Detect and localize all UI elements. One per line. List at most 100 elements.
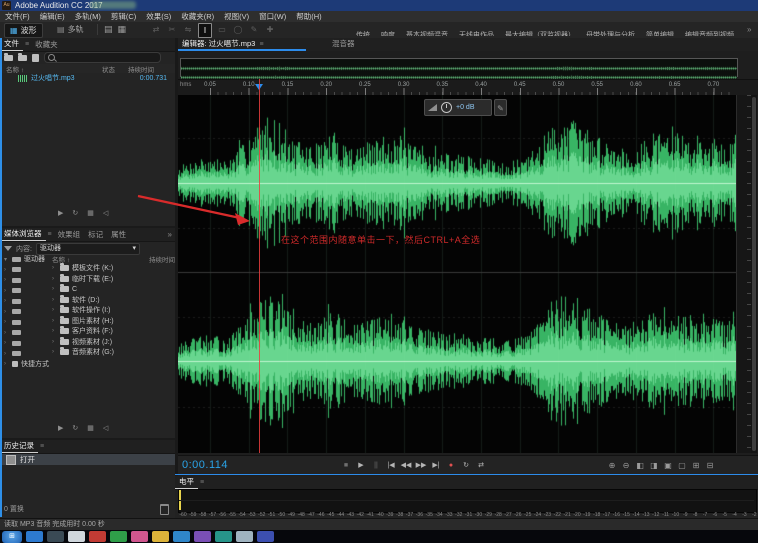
- zoom-navigator[interactable]: [180, 58, 738, 77]
- taskbar-app-icon[interactable]: [68, 531, 85, 542]
- loop-playback-icon[interactable]: ↻: [72, 209, 78, 217]
- tab-effects-rack[interactable]: 效果组: [54, 229, 85, 241]
- column-name[interactable]: 名称 ↑: [52, 254, 70, 263]
- workspace-tab[interactable]: 无线电作品: [459, 30, 494, 36]
- tab-favorites[interactable]: 收藏夹: [31, 39, 62, 51]
- chevron-collapsed-icon[interactable]: ›: [52, 349, 57, 355]
- chevron-collapsed-icon[interactable]: ›: [4, 361, 9, 367]
- workspace-tab[interactable]: 传统: [356, 30, 370, 36]
- marquee-selection-tool-icon[interactable]: ▭: [216, 23, 228, 36]
- menu-item[interactable]: 窗口(W): [254, 11, 291, 22]
- taskbar-app-icon[interactable]: [236, 531, 253, 542]
- chevron-collapsed-icon[interactable]: ›: [52, 307, 57, 313]
- tree-drive-row[interactable]: ›: [4, 265, 50, 276]
- skip-to-end-button[interactable]: ▶|: [430, 459, 442, 472]
- new-file-icon[interactable]: [32, 54, 39, 62]
- tree-drive-row[interactable]: ›: [4, 328, 50, 339]
- chevron-expanded-icon[interactable]: ▾: [4, 256, 9, 263]
- zoom-in-button[interactable]: ⊞: [690, 459, 702, 472]
- content-dropdown[interactable]: 驱动器 ▾: [36, 243, 140, 255]
- panel-menu-icon[interactable]: ≡: [198, 477, 206, 489]
- drop-zone-icon[interactable]: ▦: [87, 209, 94, 217]
- chevron-collapsed-icon[interactable]: ›: [4, 277, 9, 283]
- start-button[interactable]: ⊞: [2, 531, 22, 543]
- preview-volume-icon[interactable]: ◁: [103, 209, 108, 217]
- taskbar-app-icon[interactable]: [257, 531, 274, 542]
- chevron-collapsed-icon[interactable]: ›: [52, 297, 57, 303]
- chevron-collapsed-icon[interactable]: ›: [52, 339, 57, 345]
- taskbar-app-icon[interactable]: [26, 531, 43, 542]
- menu-item[interactable]: 剪辑(C): [106, 11, 141, 22]
- chevron-collapsed-icon[interactable]: ›: [52, 286, 57, 292]
- column-duration[interactable]: 持续时间: [149, 254, 175, 263]
- tree-drive-row[interactable]: ›: [4, 296, 50, 307]
- zoom-to-selection-button[interactable]: ▣: [662, 459, 674, 472]
- media-item-row[interactable]: › 软件操作 (I:): [52, 305, 175, 316]
- menu-item[interactable]: 视图(V): [219, 11, 254, 22]
- media-item-row[interactable]: › 客户资料 (F:): [52, 326, 175, 337]
- chevron-collapsed-icon[interactable]: ›: [4, 309, 9, 315]
- title-bar[interactable]: Au Adobe Audition CC 2017: [0, 0, 758, 11]
- chevron-collapsed-icon[interactable]: ›: [4, 351, 9, 357]
- zoom-to-out-point-button[interactable]: ◨: [648, 459, 660, 472]
- playhead-line[interactable]: [259, 79, 260, 453]
- razor-tool-icon[interactable]: ✂: [166, 23, 178, 36]
- tree-root-row[interactable]: ▾ 驱动器: [4, 254, 50, 265]
- workspace-tab[interactable]: 基本视频混音: [406, 30, 448, 36]
- auto-play-icon[interactable]: ▶: [58, 424, 63, 432]
- skip-to-start-button[interactable]: |◀: [385, 459, 397, 472]
- tab-markers[interactable]: 标记: [84, 229, 107, 241]
- pencil-icon[interactable]: ✎: [494, 99, 507, 116]
- media-item-row[interactable]: › 视频素材 (J:): [52, 337, 175, 348]
- workspace-tab[interactable]: 响度: [381, 30, 395, 36]
- menu-item[interactable]: 文件(F): [0, 11, 35, 22]
- trash-icon[interactable]: [160, 504, 169, 515]
- zoom-reset-button[interactable]: ▢: [676, 459, 688, 472]
- chevron-collapsed-icon[interactable]: ›: [52, 265, 57, 271]
- loop-button[interactable]: ↻: [460, 459, 472, 472]
- chevron-collapsed-icon[interactable]: ›: [4, 267, 9, 273]
- time-display[interactable]: 0:00.114: [182, 459, 228, 471]
- drop-zone-icon[interactable]: ▦: [87, 424, 94, 432]
- fast-forward-button[interactable]: ▶▶: [415, 459, 427, 472]
- tree-shortcut-row[interactable]: › 快捷方式: [4, 359, 50, 370]
- waveform-editor-canvas[interactable]: [178, 95, 736, 453]
- media-item-row[interactable]: › 图片素材 (H:): [52, 316, 175, 327]
- panel-menu-icon[interactable]: ≡: [38, 441, 46, 453]
- timeline-ruler[interactable]: hms 0.050.100.150.200.250.300.350.400.45…: [178, 79, 758, 96]
- taskbar-app-icon[interactable]: [47, 531, 64, 542]
- media-item-row[interactable]: › 模板文件 (K:): [52, 263, 175, 274]
- tab-levels[interactable]: 电平: [175, 476, 198, 489]
- workspace-overflow-icon[interactable]: »: [747, 24, 751, 36]
- gain-knob-icon[interactable]: [441, 102, 452, 113]
- media-item-row[interactable]: › 音频素材 (G:): [52, 347, 175, 358]
- tab-properties[interactable]: 属性: [107, 229, 130, 241]
- pause-button[interactable]: ||: [370, 459, 382, 472]
- workspace-tab[interactable]: 最大编辑（双监视器）: [505, 30, 575, 36]
- chevron-collapsed-icon[interactable]: ›: [4, 298, 9, 304]
- tab-media-browser[interactable]: 媒体浏览器: [0, 228, 46, 241]
- menu-item[interactable]: 效果(S): [141, 11, 176, 22]
- taskbar-app-icon[interactable]: [194, 531, 211, 542]
- panel-overflow-icon[interactable]: »: [165, 229, 175, 241]
- tab-files[interactable]: 文件: [0, 38, 23, 51]
- tab-history[interactable]: 历史记录: [0, 440, 38, 453]
- lasso-selection-tool-icon[interactable]: ◯: [232, 23, 244, 36]
- chevron-collapsed-icon[interactable]: ›: [4, 330, 9, 336]
- taskbar-app-icon[interactable]: [173, 531, 190, 542]
- auto-play-icon[interactable]: ▶: [58, 209, 63, 217]
- workspace-tab[interactable]: 简单编辑: [646, 30, 674, 36]
- multitrack-mode-button[interactable]: ▤ 多轨: [52, 23, 89, 36]
- stop-button[interactable]: ■: [340, 459, 352, 472]
- panel-menu-icon[interactable]: ≡: [257, 41, 265, 48]
- chevron-collapsed-icon[interactable]: ›: [52, 328, 57, 334]
- spot-healing-tool-icon[interactable]: ✚: [264, 23, 276, 36]
- zoom-in-time-button[interactable]: ⊕: [606, 459, 618, 472]
- record-button[interactable]: ●: [445, 459, 457, 472]
- preview-volume-icon[interactable]: ◁: [103, 424, 108, 432]
- workspace-tab[interactable]: 母带处理与分析: [586, 30, 635, 36]
- taskbar-app-icon[interactable]: [110, 531, 127, 542]
- file-row[interactable]: 过火唱节.mp3 0:00.731: [0, 73, 175, 83]
- menu-item[interactable]: 编辑(E): [35, 11, 70, 22]
- level-meter[interactable]: [178, 489, 757, 513]
